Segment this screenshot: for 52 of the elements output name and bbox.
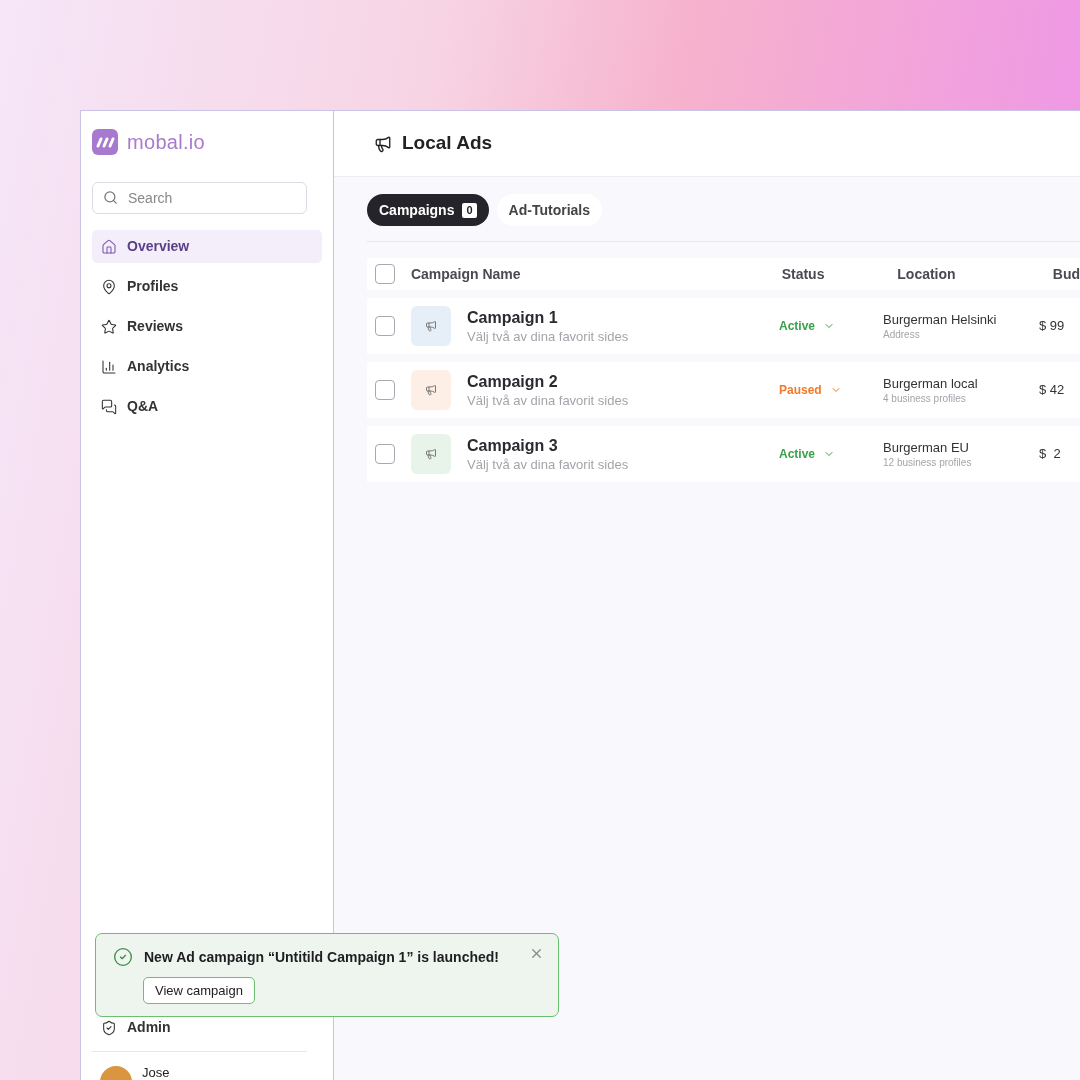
shield-check-icon: [101, 1019, 117, 1036]
campaign-name: Campaign 1: [467, 307, 559, 328]
table-row[interactable]: Campaign 2 Välj två av dina favorit sides Paused Burgerman local 4 business profiles $ 42: [367, 362, 1080, 418]
nav-item[interactable]: Overview: [92, 230, 322, 263]
location-detail: 4 business profiles: [883, 391, 967, 406]
logo-icon: [92, 129, 118, 155]
column-header: Bud: [1052, 264, 1080, 284]
view-campaign-button[interactable]: View campaign: [143, 977, 255, 1004]
nav-item[interactable]: Q&A: [92, 390, 322, 423]
home-icon: [101, 238, 117, 255]
bar-chart-icon: [101, 358, 117, 375]
checkbox[interactable]: [375, 380, 395, 400]
budget: $ 99: [1039, 317, 1065, 336]
budget: $ 42: [1039, 381, 1065, 400]
search-icon: [103, 190, 118, 205]
checkbox[interactable]: [375, 444, 395, 464]
brand-name: mobal.io: [127, 130, 205, 155]
checkbox[interactable]: [375, 264, 395, 284]
campaign-subtitle: Välj två av dina favorit sides: [467, 327, 630, 345]
page-title: Local Ads: [402, 131, 493, 156]
column-header: Campaign Name: [410, 264, 522, 284]
tab[interactable]: Campaigns 0: [367, 194, 489, 226]
search-field[interactable]: Search: [92, 182, 307, 214]
table-row[interactable]: Campaign 3 Välj två av dina favorit sides Active Burgerman EU 12 business profiles $ 2: [367, 426, 1080, 482]
campaign-subtitle: Välj två av dina favorit sides: [467, 391, 630, 409]
chat-bubbles-icon: [101, 398, 117, 415]
star-icon: [101, 318, 117, 335]
table-row[interactable]: Campaign 1 Välj två av dina favorit sides Active Burgerman Helsinki Address $ 99: [367, 298, 1080, 354]
campaign-subtitle: Välj två av dina favorit sides: [467, 455, 630, 473]
column-header: Status: [781, 264, 826, 284]
budget: $ 2: [1039, 445, 1061, 464]
campaign-name: Campaign 3: [467, 435, 559, 456]
count-badge: 0: [462, 202, 477, 218]
nav-item[interactable]: Analytics: [92, 350, 322, 383]
close-icon[interactable]: [529, 946, 544, 961]
campaign-name: Campaign 2: [467, 371, 559, 392]
nav-item[interactable]: Reviews: [92, 310, 322, 343]
nav-item[interactable]: Admin: [92, 1011, 322, 1044]
nav-item[interactable]: Profiles: [92, 270, 322, 303]
megaphone-icon: [374, 134, 392, 153]
location-detail: 12 business profiles: [883, 455, 973, 470]
user-name: Jose: [142, 1066, 170, 1080]
checkbox[interactable]: [375, 316, 395, 336]
map-pin-icon: [101, 278, 117, 295]
check-circle-icon: [113, 947, 133, 967]
column-header: Location: [897, 264, 957, 284]
location-name: Burgerman EU: [883, 438, 970, 456]
location-name: Burgerman Helsinki: [883, 310, 998, 328]
location-detail: Address: [883, 327, 921, 342]
location-name: Burgerman local: [883, 374, 979, 392]
tab[interactable]: Ad-Tutorials: [496, 194, 602, 226]
toast-message: New Ad campaign “Untitild Campaign 1” is launched!: [144, 948, 499, 967]
